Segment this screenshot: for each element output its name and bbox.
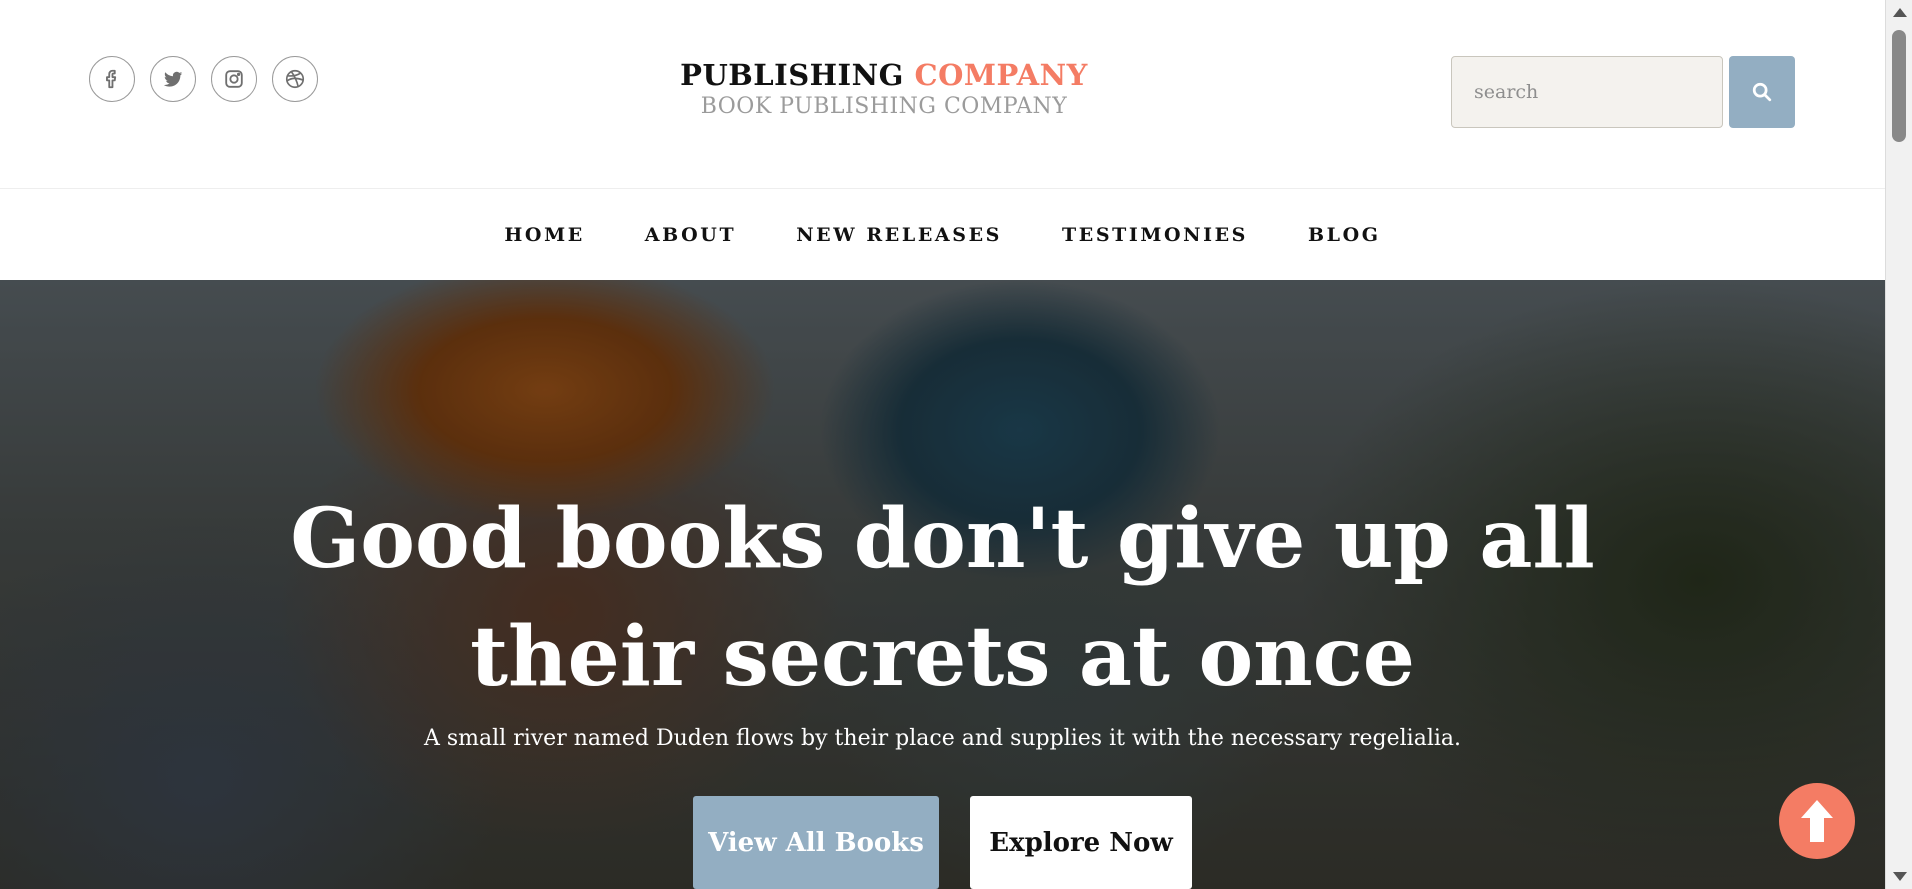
hero-headline: Good books don't give up all their secre… xyxy=(290,491,1595,705)
search-input[interactable] xyxy=(1451,56,1723,128)
scroll-up-arrow-icon[interactable] xyxy=(1893,8,1907,17)
scroll-down-arrow-icon[interactable] xyxy=(1893,872,1907,881)
site-header: PUBLISHING COMPANY BOOK PUBLISHING COMPA… xyxy=(0,0,1885,189)
scrollbar[interactable] xyxy=(1885,0,1912,889)
main-nav: HOME ABOUT NEW RELEASES TESTIMONIES BLOG xyxy=(0,190,1885,280)
hero-subline: A small river named Duden flows by their… xyxy=(423,726,1462,751)
search-button[interactable] xyxy=(1729,56,1795,128)
nav-item-blog[interactable]: BLOG xyxy=(1308,224,1381,246)
nav-item-new-releases[interactable]: NEW RELEASES xyxy=(796,224,1002,246)
nav-item-testimonies[interactable]: TESTIMONIES xyxy=(1062,224,1248,246)
view-all-books-button[interactable]: View All Books xyxy=(693,796,939,889)
brand-title-main: PUBLISHING xyxy=(680,58,904,92)
scroll-thumb[interactable] xyxy=(1892,30,1906,142)
brand-title-accent: COMPANY xyxy=(914,58,1088,92)
search-icon xyxy=(1752,82,1772,102)
nav-item-about[interactable]: ABOUT xyxy=(645,224,736,246)
explore-now-button[interactable]: Explore Now xyxy=(970,796,1192,889)
hero-content: Good books don't give up all their secre… xyxy=(0,280,1885,889)
arrow-up-icon xyxy=(1801,800,1833,842)
back-to-top-button[interactable] xyxy=(1779,783,1855,859)
page: PUBLISHING COMPANY BOOK PUBLISHING COMPA… xyxy=(0,0,1885,889)
nav-item-home[interactable]: HOME xyxy=(504,224,584,246)
hero-section: Good books don't give up all their secre… xyxy=(0,280,1885,889)
